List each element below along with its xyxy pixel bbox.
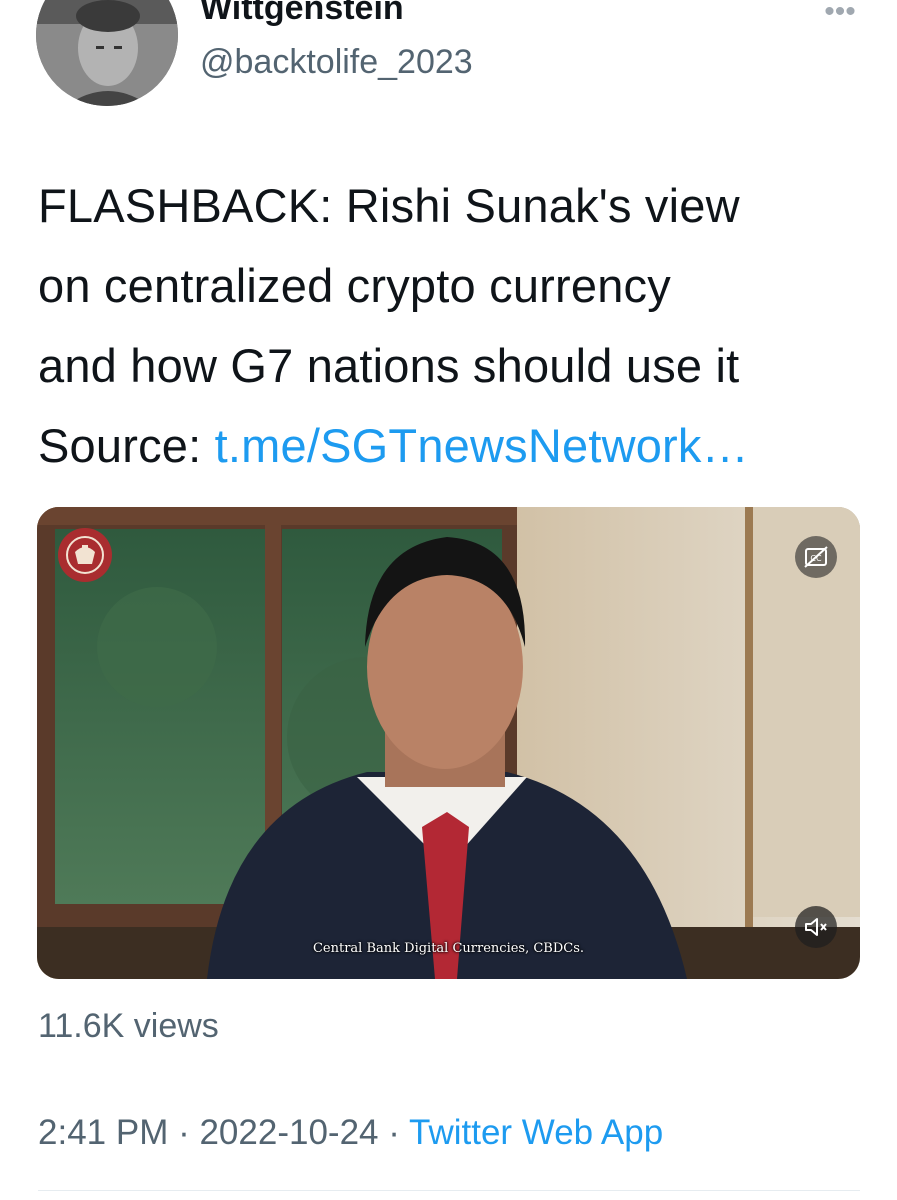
tweet-text-line: on centralized crypto currency [38,259,671,312]
tweet-text: FLASHBACK: Rishi Sunak's view on central… [38,166,878,486]
meta-separator: · [378,1113,409,1152]
more-dots-icon[interactable]: ••• [818,0,862,27]
divider [38,1190,860,1191]
tweet-meta: 2:41 PM · 2022-10-24 · Twitter Web App [38,1110,663,1156]
tweet-source-line: Source: t.me/SGTnewsNetwork… [38,406,878,486]
video-player[interactable]: CC Central Bank Digital Currencies, CBDC… [37,507,860,979]
meta-separator: · [168,1113,200,1152]
royal-crest-icon [58,528,112,582]
view-count: 11.6K views [38,1007,219,1045]
author-display-name[interactable]: Wittgenstein [200,0,404,28]
closed-captions-icon[interactable]: CC [795,536,837,578]
tweet-text-line: FLASHBACK: Rishi Sunak's view [38,179,740,232]
video-caption: Central Bank Digital Currencies, CBDCs. [312,941,585,956]
avatar[interactable] [36,0,178,106]
source-app-link[interactable]: Twitter Web App [409,1113,663,1152]
source-label: Source: [38,419,215,472]
tweet-time[interactable]: 2:41 PM [38,1113,168,1152]
tweet-text-line: and how G7 nations should use it [38,339,740,392]
author-handle[interactable]: @backtolife_2023 [200,40,473,84]
avatar-photo [36,0,178,106]
tweet-date[interactable]: 2022-10-24 [199,1113,378,1152]
video-frame [37,507,860,979]
source-link[interactable]: t.me/SGTnewsNetwork… [215,419,749,472]
